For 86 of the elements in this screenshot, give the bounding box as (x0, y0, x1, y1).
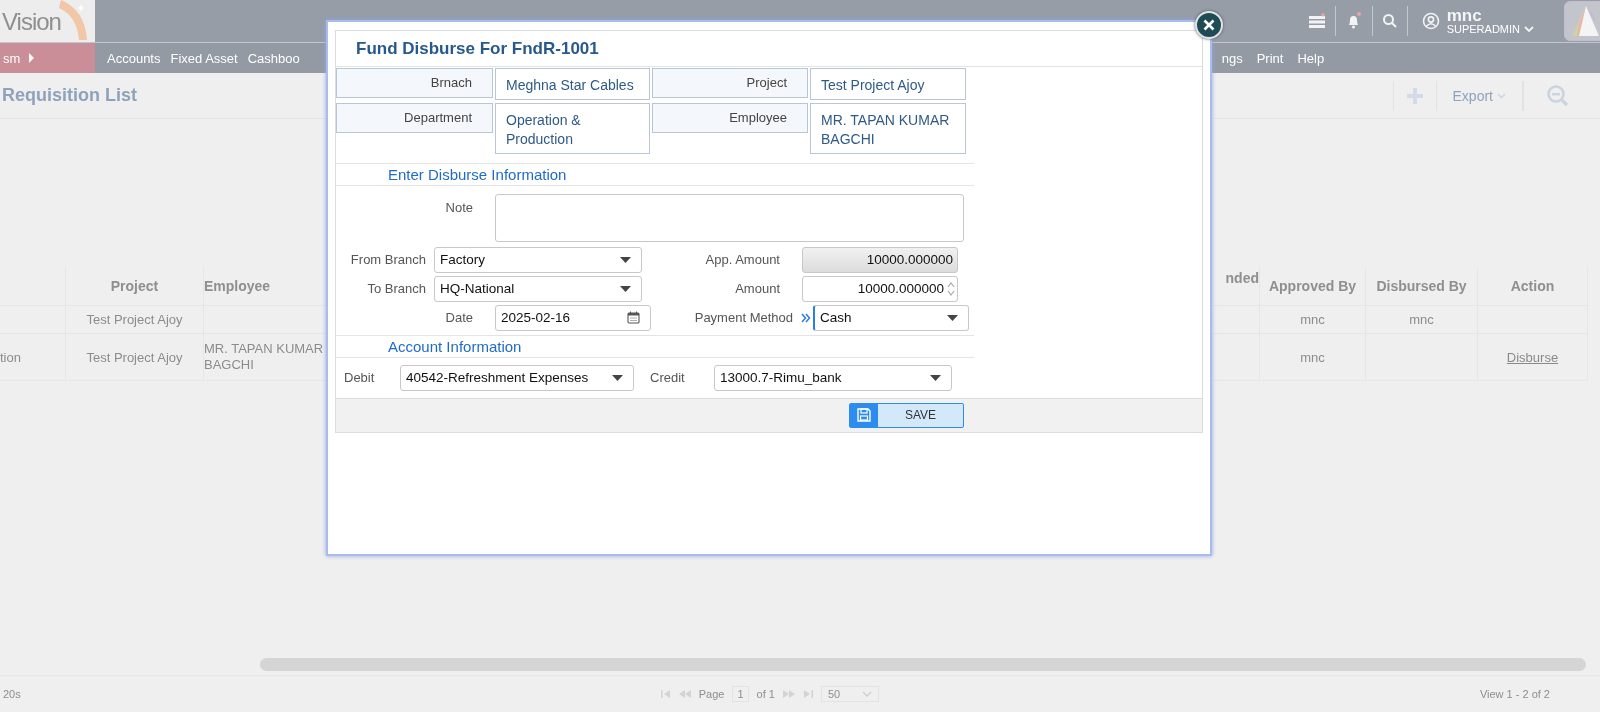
menu-item[interactable]: Print (1256, 50, 1284, 66)
close-icon (1203, 19, 1215, 31)
debit-dropdown[interactable]: 40542-Refreshment Expenses (400, 364, 634, 391)
caret-icon (947, 314, 958, 321)
caret-icon (930, 374, 941, 381)
zoom-out-icon (1546, 83, 1570, 108)
column-header[interactable]: Approved By (1260, 267, 1366, 305)
caret-icon (862, 691, 873, 697)
table-cell: mnc (1260, 334, 1366, 380)
logo-text: Vision (2, 8, 61, 37)
credit-dropdown[interactable]: 13000.7-Rimu_bank (714, 364, 952, 391)
table-cell-text: MR. TAPAN KUMAR BAGCHI (204, 340, 325, 374)
menu-item[interactable]: Accounts (107, 50, 161, 66)
prism-logo[interactable] (1564, 1, 1600, 41)
user-role[interactable]: SUPERADMIN (1446, 24, 1520, 35)
page-title: Requisition List (2, 85, 137, 106)
section-heading: Enter Disburse Information (336, 162, 974, 186)
plus-icon (1405, 86, 1424, 105)
field-label: From Branch (349, 252, 427, 268)
calendar-icon[interactable] (627, 311, 640, 325)
dialog-title: Fund Disburse For FndR-1001 (356, 38, 599, 59)
payment-method-dropdown[interactable]: Cash (813, 304, 969, 331)
note-field[interactable] (495, 193, 964, 242)
menu-item[interactable]: Fixed Asset (170, 50, 238, 66)
caret-icon (620, 256, 631, 263)
section-heading: Account Information (336, 334, 974, 358)
save-button[interactable]: SAVE (849, 402, 964, 428)
field-label: Note (444, 198, 474, 215)
module-tab[interactable]: sm (0, 43, 95, 73)
server-icon[interactable] (1307, 13, 1326, 29)
table-cell: Test Project Ajoy (66, 306, 204, 333)
page-number-field[interactable]: 1 (732, 686, 749, 702)
to-branch-dropdown[interactable]: HQ-National (434, 275, 642, 302)
record-count: View 1 - 2 of 2 (1479, 688, 1550, 700)
from-branch-dropdown[interactable]: Factory (434, 246, 642, 273)
table-cell: Test Project Ajoy (66, 334, 204, 380)
disburse-link[interactable]: Disburse (1506, 349, 1559, 365)
table-cell: mnc (1260, 306, 1366, 333)
field-label: Debit (343, 370, 376, 386)
first-page-icon[interactable] (660, 690, 671, 698)
column-header[interactable]: Project (66, 267, 204, 305)
scrollbar-thumb[interactable] (260, 658, 1586, 671)
info-value: Meghna Star Cables (495, 68, 650, 100)
amount-field[interactable]: 10000.000000 (802, 275, 958, 302)
field-label: To Branch (366, 281, 427, 297)
table-cell: mnc (1366, 306, 1478, 333)
export-button[interactable]: Export (1436, 80, 1523, 111)
menu-item[interactable]: Help (1297, 50, 1325, 66)
page-size-dropdown[interactable]: 50 (820, 686, 880, 702)
info-value: Test Project Ajoy (810, 68, 966, 100)
menu-item[interactable]: Cashboo (247, 50, 300, 66)
column-header[interactable]: Action (1478, 267, 1588, 305)
info-label: Brnach (336, 68, 493, 98)
menu-item[interactable]: ngs (1221, 50, 1243, 66)
table-cell: tion (0, 334, 66, 380)
caret-icon (1497, 92, 1506, 99)
user-name[interactable]: mnc (1446, 7, 1534, 24)
caret-icon (620, 285, 631, 292)
caret-right-icon (28, 53, 36, 63)
field-label: Payment Method (693, 310, 794, 326)
footer-text: 20s (3, 688, 21, 700)
user-icon[interactable] (1421, 12, 1440, 30)
page-label: Page (698, 688, 725, 700)
field-label: Credit (649, 370, 686, 386)
info-value: MR. TAPAN KUMAR BAGCHI (810, 102, 966, 154)
add-button[interactable] (1392, 80, 1437, 111)
spinner-icon[interactable] (947, 281, 955, 296)
info-label: Employee (652, 102, 808, 133)
info-label: Department (336, 102, 493, 133)
search-icon[interactable] (1381, 13, 1398, 29)
save-icon (857, 408, 871, 423)
double-chevron-icon (801, 312, 811, 323)
last-page-icon[interactable] (802, 690, 813, 698)
info-value: Operation & Production (495, 102, 650, 154)
field-label: Date (444, 310, 474, 326)
field-label: Amount (734, 281, 781, 297)
field-label: App. Amount (704, 252, 781, 268)
next-page-icon[interactable] (782, 690, 795, 698)
caret-icon (612, 374, 623, 381)
info-label: Project (652, 68, 808, 98)
page-count: of 1 (756, 688, 775, 700)
previous-page-icon[interactable] (678, 690, 691, 698)
date-field[interactable]: 2025-02-16 (495, 304, 651, 331)
column-header[interactable]: Disbursed By (1366, 267, 1478, 305)
column-header[interactable]: Employee (204, 267, 326, 305)
chevron-down-icon[interactable] (1524, 26, 1534, 33)
